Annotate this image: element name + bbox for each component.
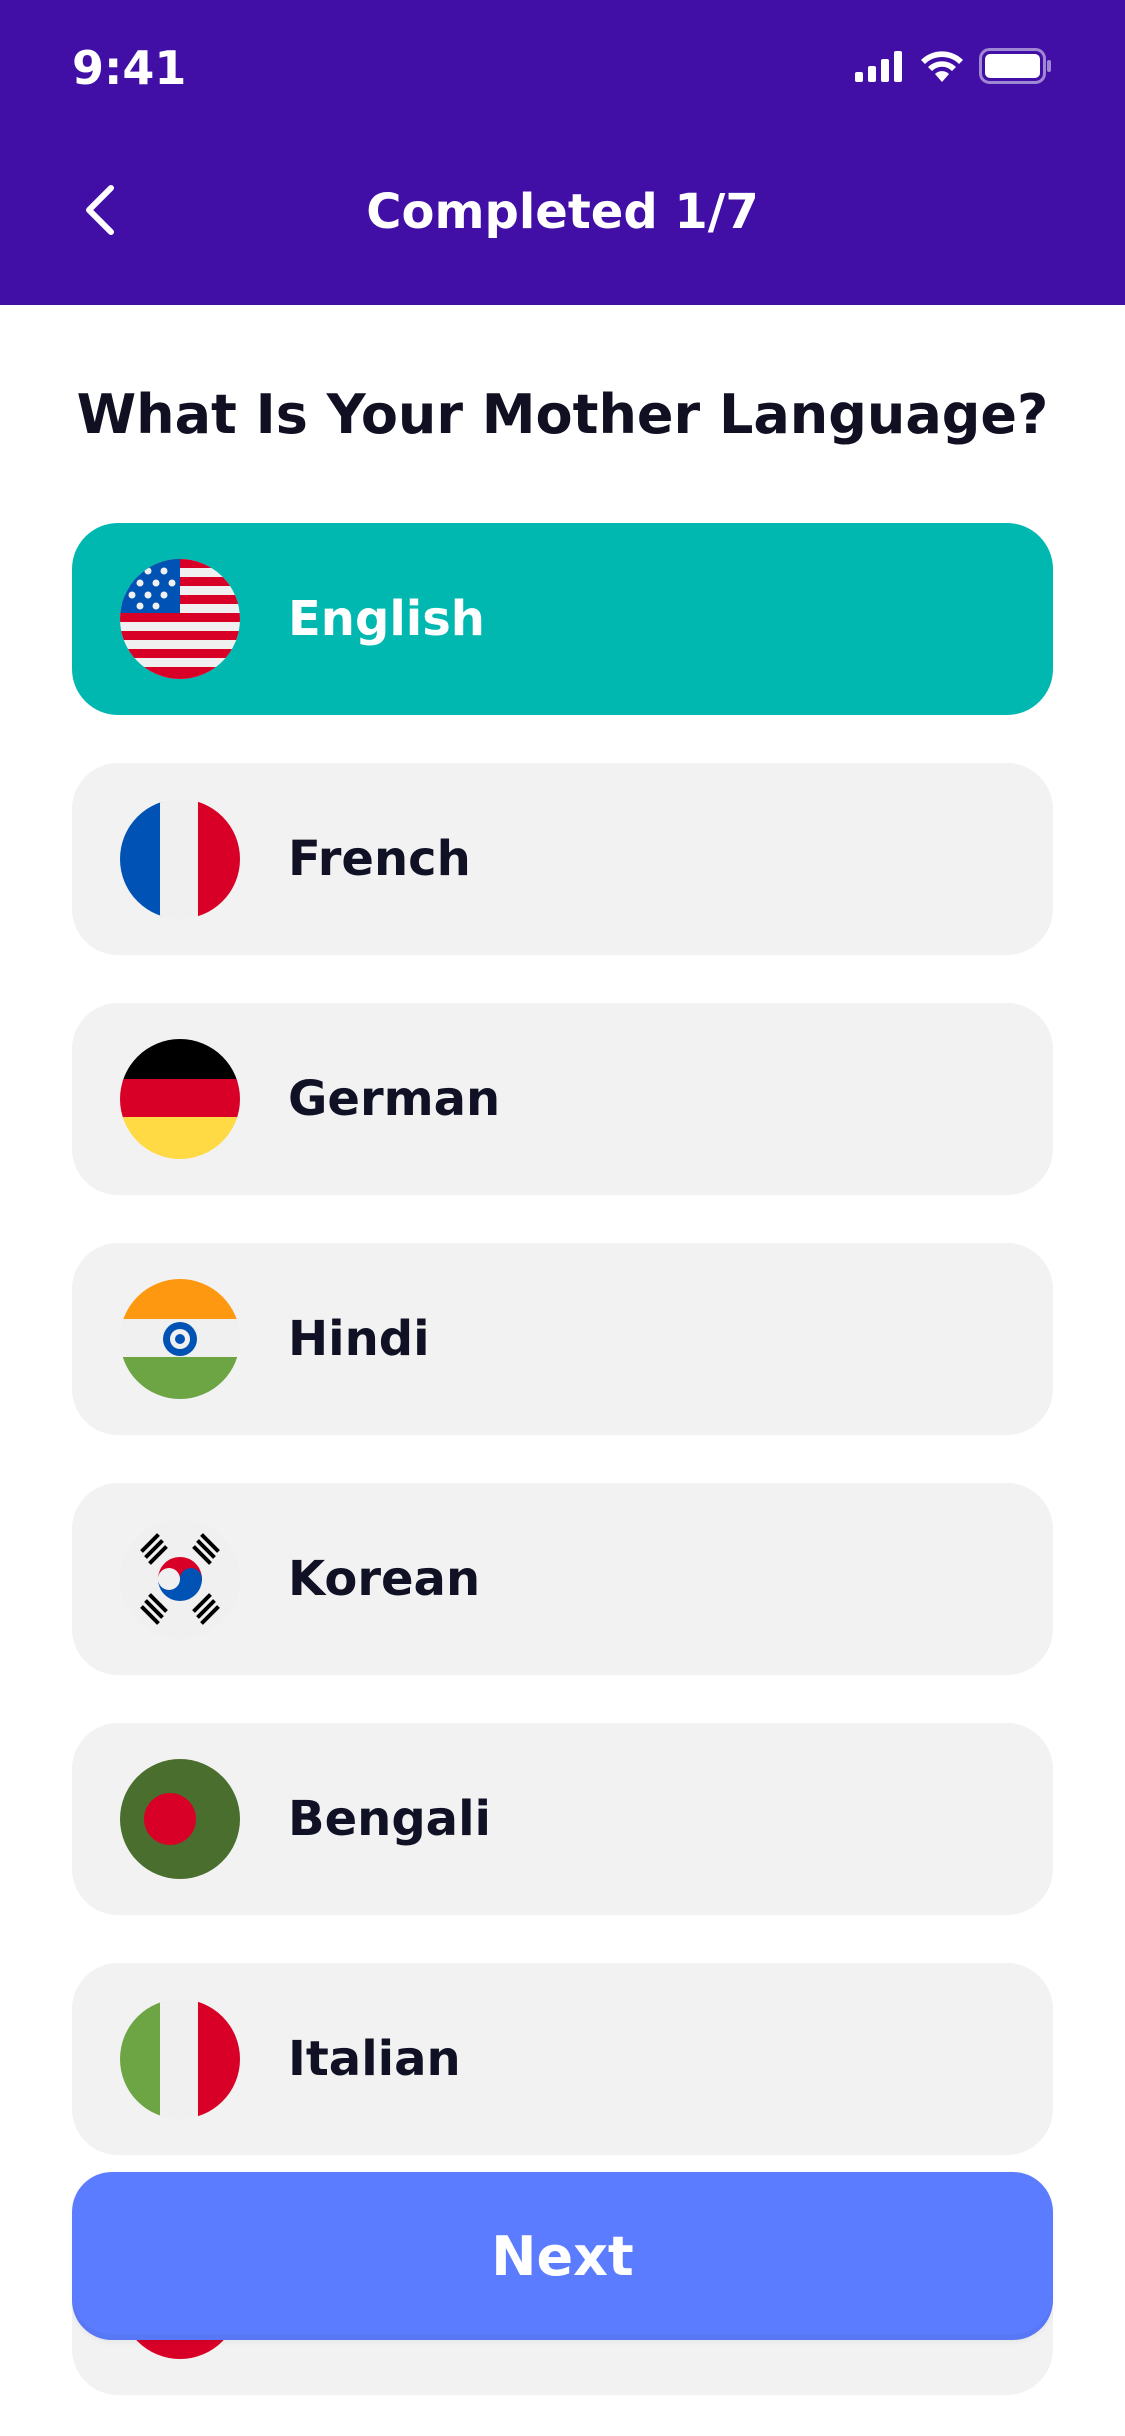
battery-icon xyxy=(979,48,1053,88)
page-title: What Is Your Mother Language? xyxy=(76,383,1049,446)
language-option-italian[interactable]: Italian xyxy=(72,1963,1053,2155)
language-label: Italian xyxy=(288,2031,461,2087)
language-label: French xyxy=(288,831,471,887)
language-option-bengali[interactable]: Bengali xyxy=(72,1723,1053,1915)
language-label: Korean xyxy=(288,1551,481,1607)
progress-title: Completed 1/7 xyxy=(366,184,759,240)
wifi-icon xyxy=(919,49,965,87)
language-label: Bengali xyxy=(288,1791,491,1847)
language-option-hindi[interactable]: Hindi xyxy=(72,1243,1053,1435)
status-time: 9:41 xyxy=(72,41,187,95)
language-label: German xyxy=(288,1071,501,1127)
bangladesh-flag-icon xyxy=(120,1759,240,1879)
france-flag-icon xyxy=(120,799,240,919)
language-label: Hindi xyxy=(288,1311,430,1367)
status-icons xyxy=(855,46,1053,90)
india-flag-icon xyxy=(120,1279,240,1399)
language-option-french[interactable]: French xyxy=(72,763,1053,955)
next-button[interactable]: Next xyxy=(72,2172,1053,2340)
south-korea-flag-icon xyxy=(120,1519,240,1639)
usa-flag-icon xyxy=(120,559,240,679)
italy-flag-icon xyxy=(120,1999,240,2119)
language-label: English xyxy=(288,591,485,647)
germany-flag-icon xyxy=(120,1039,240,1159)
language-option-english[interactable]: English xyxy=(72,523,1053,715)
cellular-signal-icon xyxy=(855,50,905,86)
language-option-german[interactable]: German xyxy=(72,1003,1053,1195)
language-option-korean[interactable]: Korean xyxy=(72,1483,1053,1675)
app-header: 9:41 Completed 1/7 xyxy=(0,0,1125,305)
